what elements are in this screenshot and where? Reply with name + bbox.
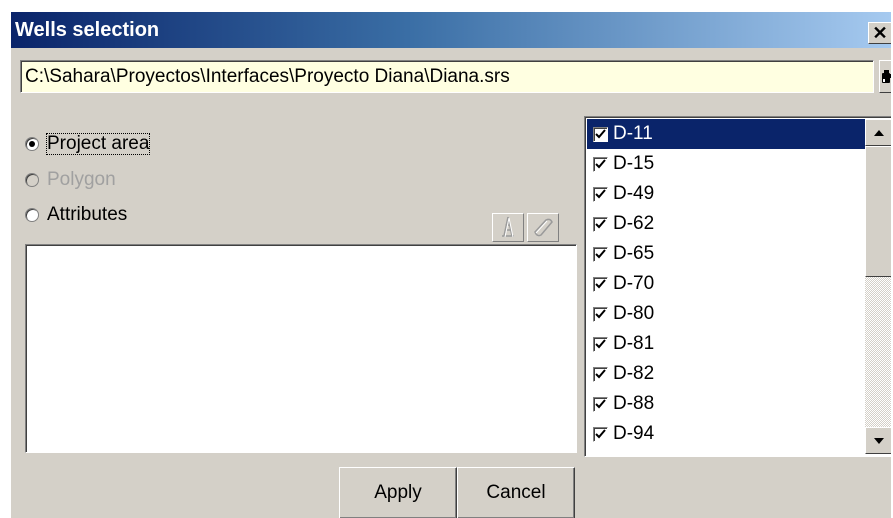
checkmark-icon (595, 128, 606, 138)
list-item[interactable]: D-70 (587, 269, 865, 299)
list-item[interactable]: D-82 (587, 359, 865, 389)
project-path-field[interactable]: C:\Sahara\Proyectos\Interfaces\Proyecto … (20, 60, 874, 93)
well-checkbox[interactable] (593, 156, 608, 172)
scroll-thumb[interactable] (865, 146, 891, 277)
checkmark-icon (595, 398, 606, 408)
close-icon: ✕ (872, 23, 888, 43)
checkmark-icon (595, 308, 606, 318)
checkmark-icon (595, 428, 606, 438)
wells-selection-dialog: Wells selection ✕ C:\Sahara\Proyectos\In… (10, 11, 891, 518)
well-label: D-82 (613, 363, 655, 384)
wells-list[interactable]: D-11 D-15 D-49 D-62 D-65 D-70 D-80 D-81 D-82 D-88… (584, 116, 891, 457)
arrow-up-icon (873, 129, 884, 136)
cancel-button[interactable]: Cancel (457, 467, 575, 518)
well-label: D-49 (613, 183, 655, 204)
eraser-tool-button[interactable] (527, 213, 559, 242)
find-button[interactable] (879, 60, 891, 93)
radio-label-attributes: Attributes (47, 204, 128, 225)
well-label: D-70 (613, 273, 655, 294)
scroll-up-button[interactable] (865, 119, 891, 146)
list-item[interactable]: D-15 (587, 149, 865, 179)
wells-list-items: D-11 D-15 D-49 D-62 D-65 D-70 D-80 D-81 D-82 D-88… (587, 119, 865, 449)
list-item[interactable]: D-65 (587, 239, 865, 269)
binoculars-icon (882, 70, 891, 83)
checkmark-icon (595, 338, 606, 348)
list-item[interactable]: D-88 (587, 389, 865, 419)
oil-rig-icon (502, 216, 514, 238)
list-item[interactable]: D-11 (587, 119, 865, 149)
eraser-icon (534, 218, 553, 237)
list-item[interactable]: D-94 (587, 419, 865, 449)
well-label: D-65 (613, 243, 655, 264)
well-label: D-11 (613, 123, 653, 144)
radio-polygon: Polygon (25, 168, 116, 192)
well-tool-button[interactable] (492, 213, 524, 242)
window-title: Wells selection (15, 19, 160, 41)
well-checkbox[interactable] (593, 336, 608, 352)
attributes-textbox[interactable] (25, 244, 577, 453)
radio-button[interactable] (25, 208, 39, 222)
well-checkbox[interactable] (593, 306, 608, 322)
radio-button (25, 173, 39, 187)
radio-button[interactable] (25, 137, 39, 151)
well-checkbox[interactable] (593, 216, 608, 232)
well-label: D-81 (613, 333, 655, 354)
well-label: D-15 (613, 153, 655, 174)
well-checkbox[interactable] (593, 366, 608, 382)
checkmark-icon (595, 368, 606, 378)
radio-label-project-area: Project area (45, 133, 151, 155)
list-item[interactable]: D-49 (587, 179, 865, 209)
checkmark-icon (595, 248, 606, 258)
list-item[interactable]: D-62 (587, 209, 865, 239)
title-bar[interactable]: Wells selection ✕ (11, 12, 891, 48)
list-item[interactable]: D-80 (587, 299, 865, 329)
well-checkbox[interactable] (593, 276, 608, 292)
checkmark-icon (595, 278, 606, 288)
well-checkbox[interactable] (593, 246, 608, 262)
scroll-down-button[interactable] (865, 427, 891, 454)
checkmark-icon (595, 218, 606, 228)
apply-button[interactable]: Apply (339, 467, 457, 518)
wells-scrollbar[interactable] (865, 119, 891, 454)
radio-project-area[interactable]: Project area (25, 132, 151, 156)
close-button[interactable]: ✕ (868, 22, 891, 44)
checkmark-icon (595, 158, 606, 168)
well-checkbox[interactable] (593, 396, 608, 412)
list-item[interactable]: D-81 (587, 329, 865, 359)
radio-label-polygon: Polygon (47, 169, 116, 190)
well-label: D-88 (613, 393, 655, 414)
checkmark-icon (595, 188, 606, 198)
well-label: D-94 (613, 423, 655, 444)
well-label: D-62 (613, 213, 655, 234)
arrow-down-icon (873, 437, 884, 444)
well-label: D-80 (613, 303, 655, 324)
well-checkbox[interactable] (593, 126, 608, 142)
well-checkbox[interactable] (593, 186, 608, 202)
well-checkbox[interactable] (593, 426, 608, 442)
radio-attributes[interactable]: Attributes (25, 203, 127, 227)
